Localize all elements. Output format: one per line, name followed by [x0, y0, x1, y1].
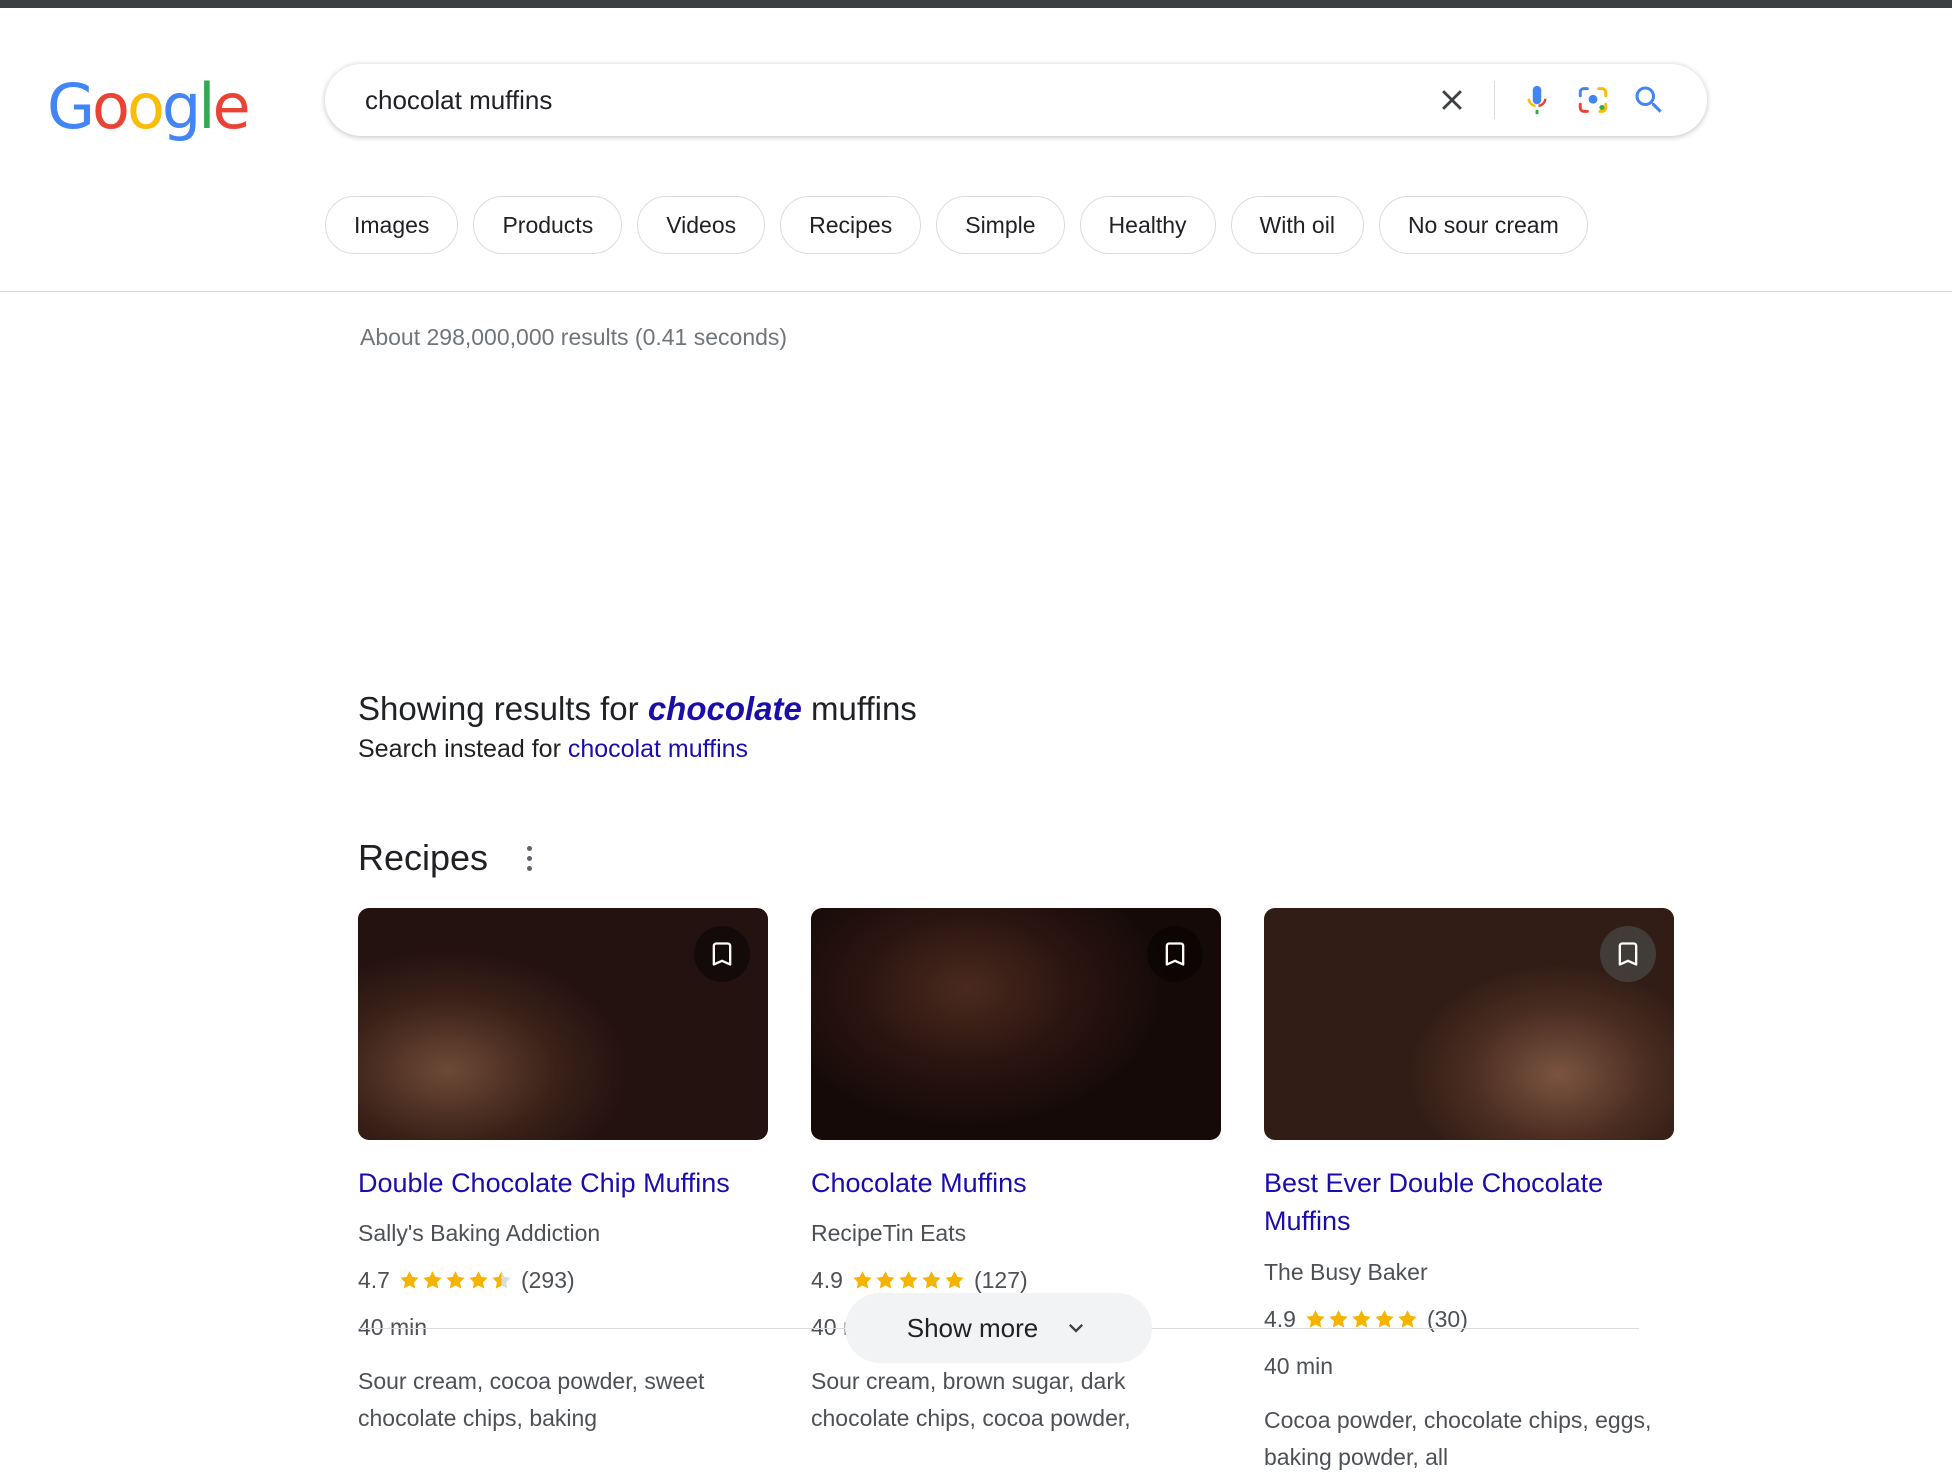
recipe-thumbnail[interactable] [1264, 908, 1674, 1140]
recipe-card: Chocolate Muffins RecipeTin Eats 4.9 (127) 4… [811, 908, 1221, 1475]
filter-chip-with-oil[interactable]: With oil [1230, 196, 1364, 254]
filter-chip-no-sour-cream[interactable]: No sour cream [1378, 196, 1588, 254]
logo-letter-0: G [47, 70, 95, 143]
filter-chip-videos[interactable]: Videos [637, 196, 766, 254]
search-icon[interactable] [1621, 72, 1677, 128]
search-box-divider [1494, 81, 1495, 119]
recipes-module-title: Recipes [358, 837, 489, 878]
close-icon[interactable] [1424, 72, 1480, 128]
recipe-thumbnail[interactable] [811, 908, 1221, 1140]
result-stats: About 298,000,000 results (0.41 seconds) [360, 324, 788, 350]
recipe-source: RecipeTin Eats [811, 1220, 967, 1247]
google-lens-icon[interactable] [1565, 72, 1621, 128]
rating-count: (293) [520, 1267, 575, 1294]
filter-chip-healthy[interactable]: Healthy [1079, 196, 1216, 254]
recipe-title-link[interactable]: Double Chocolate Chip Muffins [358, 1164, 768, 1202]
filter-chip-images[interactable]: Images [325, 196, 459, 254]
recipe-ingredients: Sour cream, cocoa powder, sweet chocolat… [358, 1368, 705, 1432]
filter-chip-recipes[interactable]: Recipes [780, 196, 922, 254]
kebab-menu-icon[interactable] [514, 840, 544, 876]
showing-suffix: muffins [801, 690, 917, 727]
search-box [325, 64, 1707, 136]
show-more-section: Show more [358, 1293, 1639, 1363]
recipe-title-link[interactable]: Chocolate Muffins [811, 1164, 1221, 1202]
filter-chip-products[interactable]: Products [473, 196, 623, 254]
filter-chips: Images Products Videos Recipes Simple Healthy… [325, 196, 1588, 254]
recipe-rating: 4.9 (127) [811, 1265, 1221, 1296]
search-instead-prefix: Search instead for [358, 734, 568, 763]
recipe-source: The Busy Baker [1264, 1258, 1428, 1285]
bookmark-icon[interactable] [1147, 926, 1203, 982]
recipe-ingredients: Sour cream, brown sugar, dark chocolate … [811, 1368, 1131, 1432]
recipe-card: Double Chocolate Chip Muffins Sally's Bak… [358, 908, 768, 1475]
google-logo[interactable]: Google [47, 70, 251, 143]
corrected-term[interactable]: chocolate [648, 690, 802, 727]
logo-letter-4: l [198, 70, 215, 143]
logo-letter-1: o [92, 70, 130, 143]
rating-value: 4.7 [358, 1267, 390, 1294]
rating-value: 4.9 [811, 1267, 843, 1294]
search-instead-line: Search instead for chocolat muffins [358, 735, 917, 764]
recipe-source: Sally's Baking Addiction [358, 1220, 601, 1247]
bookmark-icon[interactable] [1600, 926, 1656, 982]
search-header: Google chocolat muffins Images Products … [0, 8, 1952, 292]
search-input[interactable] [325, 64, 1424, 136]
recipe-title-link[interactable]: Best Ever Double Chocolate Muffins [1264, 1164, 1674, 1241]
logo-letter-5: e [212, 70, 251, 143]
recipe-rating: 4.7 (293) [358, 1265, 768, 1296]
recipe-card: Best Ever Double Chocolate Muffins The Bu… [1264, 908, 1674, 1475]
logo-letter-3: g [161, 70, 201, 143]
bookmark-icon[interactable] [694, 926, 750, 982]
show-more-label: Show more [906, 1312, 1039, 1343]
microphone-icon[interactable] [1509, 72, 1565, 128]
recipe-thumbnail[interactable] [358, 908, 768, 1140]
rating-stars [851, 1269, 966, 1292]
showing-prefix: Showing results for [358, 690, 648, 727]
showing-results-for-line: Showing results for chocolate muffins [358, 688, 917, 731]
search-box-actions [1424, 64, 1707, 136]
recipe-cards-carousel: Double Chocolate Chip Muffins Sally's Bak… [358, 908, 1674, 1475]
browser-chrome-bar [0, 0, 1952, 8]
logo-letter-2: o [126, 70, 165, 143]
search-instead-link[interactable]: chocolat muffins [568, 735, 748, 763]
filter-chip-simple[interactable]: Simple [936, 196, 1065, 254]
recipe-ingredients: Cocoa powder, chocolate chips, eggs, bak… [1264, 1406, 1652, 1470]
rating-count: (127) [973, 1267, 1028, 1294]
spelling-correction: Showing results for chocolate muffins Se… [358, 688, 917, 764]
rating-stars [398, 1269, 513, 1292]
show-more-button[interactable]: Show more [844, 1293, 1153, 1363]
recipes-module-header: Recipes [358, 837, 544, 879]
